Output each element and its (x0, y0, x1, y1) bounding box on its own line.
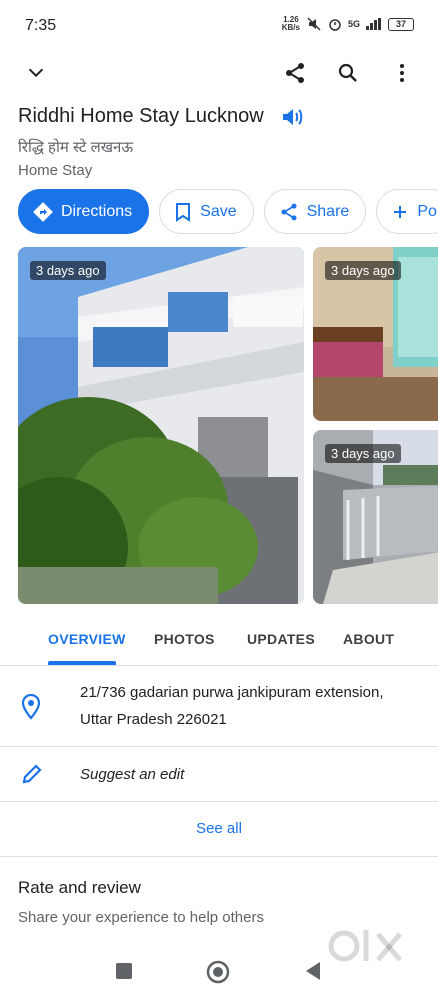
alarm-icon (329, 19, 341, 31)
address-line-1: 21/736 gadarian purwa jankipuram extensi… (80, 684, 384, 701)
tab-overview[interactable]: OVERVIEW (48, 631, 126, 647)
battery-level: 37 (395, 19, 406, 29)
address-row[interactable]: 21/736 gadarian purwa jankipuram extensi… (0, 666, 438, 747)
plus-icon (394, 205, 407, 218)
see-all-link[interactable]: See all (0, 820, 438, 837)
status-time: 7:35 (25, 17, 57, 34)
home-button[interactable] (206, 960, 230, 984)
add-photo-button[interactable]: Po (376, 189, 438, 234)
battery-icon: 37 (388, 17, 414, 31)
balcony-photo[interactable]: 3 days ago (313, 430, 438, 604)
mute-icon (307, 17, 321, 31)
status-bar: 7:35 1.26 KB/s 5G 37 (0, 0, 438, 52)
directions-label: Directions (61, 202, 133, 220)
save-button[interactable]: Save (159, 189, 254, 234)
main-photo[interactable]: 3 days ago (18, 247, 304, 604)
photo-date-badge: 3 days ago (325, 261, 401, 280)
photo-date-badge: 3 days ago (325, 444, 401, 463)
system-nav-bar (0, 948, 438, 998)
directions-button[interactable]: Directions (18, 189, 150, 234)
network-label: 5G (347, 19, 360, 29)
tab-indicator (48, 661, 116, 665)
net-speed: 1.26 KB/s (282, 16, 300, 32)
more-vert-icon[interactable] (384, 55, 420, 91)
location-pin-icon (21, 694, 41, 720)
status-icons: 1.26 KB/s 5G 37 (282, 16, 414, 32)
building-photo (18, 247, 304, 604)
search-icon[interactable] (330, 55, 366, 91)
address-line-2: Uttar Pradesh 226021 (80, 711, 227, 728)
net-speed-unit: KB/s (281, 23, 300, 32)
app-bar (0, 52, 438, 96)
recents-button[interactable] (116, 963, 132, 979)
action-chips: Directions Save Share Po (18, 189, 438, 234)
rate-review-title: Rate and review (18, 878, 141, 897)
place-title-local: रिद्धि होम स्टे लखनऊ (18, 139, 134, 156)
rate-review-subtitle: Share your experience to help others (18, 909, 264, 926)
signal-icon (366, 18, 381, 30)
room-photo[interactable]: 3 days ago (313, 247, 438, 421)
speaker-icon[interactable] (279, 104, 305, 130)
add-photo-label: Po (417, 202, 437, 220)
directions-icon (33, 201, 53, 222)
share-label: Share (306, 202, 350, 220)
place-category: Home Stay (18, 162, 93, 179)
tab-about[interactable]: ABOUT (343, 631, 394, 647)
share-button[interactable]: Share (263, 189, 367, 234)
save-label: Save (200, 202, 237, 220)
tab-updates[interactable]: UPDATES (247, 631, 315, 647)
share-icon (281, 203, 297, 220)
pencil-icon (22, 764, 42, 784)
back-button[interactable] (304, 961, 322, 981)
bookmark-icon (176, 202, 191, 222)
tab-bar: OVERVIEW PHOTOS UPDATES ABOUT (0, 618, 438, 666)
chevron-down-icon[interactable] (18, 55, 54, 91)
suggest-edit-label: Suggest an edit (80, 766, 185, 783)
tab-photos[interactable]: PHOTOS (154, 631, 215, 647)
place-title: Riddhi Home Stay Lucknow (18, 105, 264, 127)
suggest-edit-row[interactable] (0, 747, 438, 802)
photo-date-badge: 3 days ago (30, 261, 106, 280)
share-icon[interactable] (277, 55, 313, 91)
